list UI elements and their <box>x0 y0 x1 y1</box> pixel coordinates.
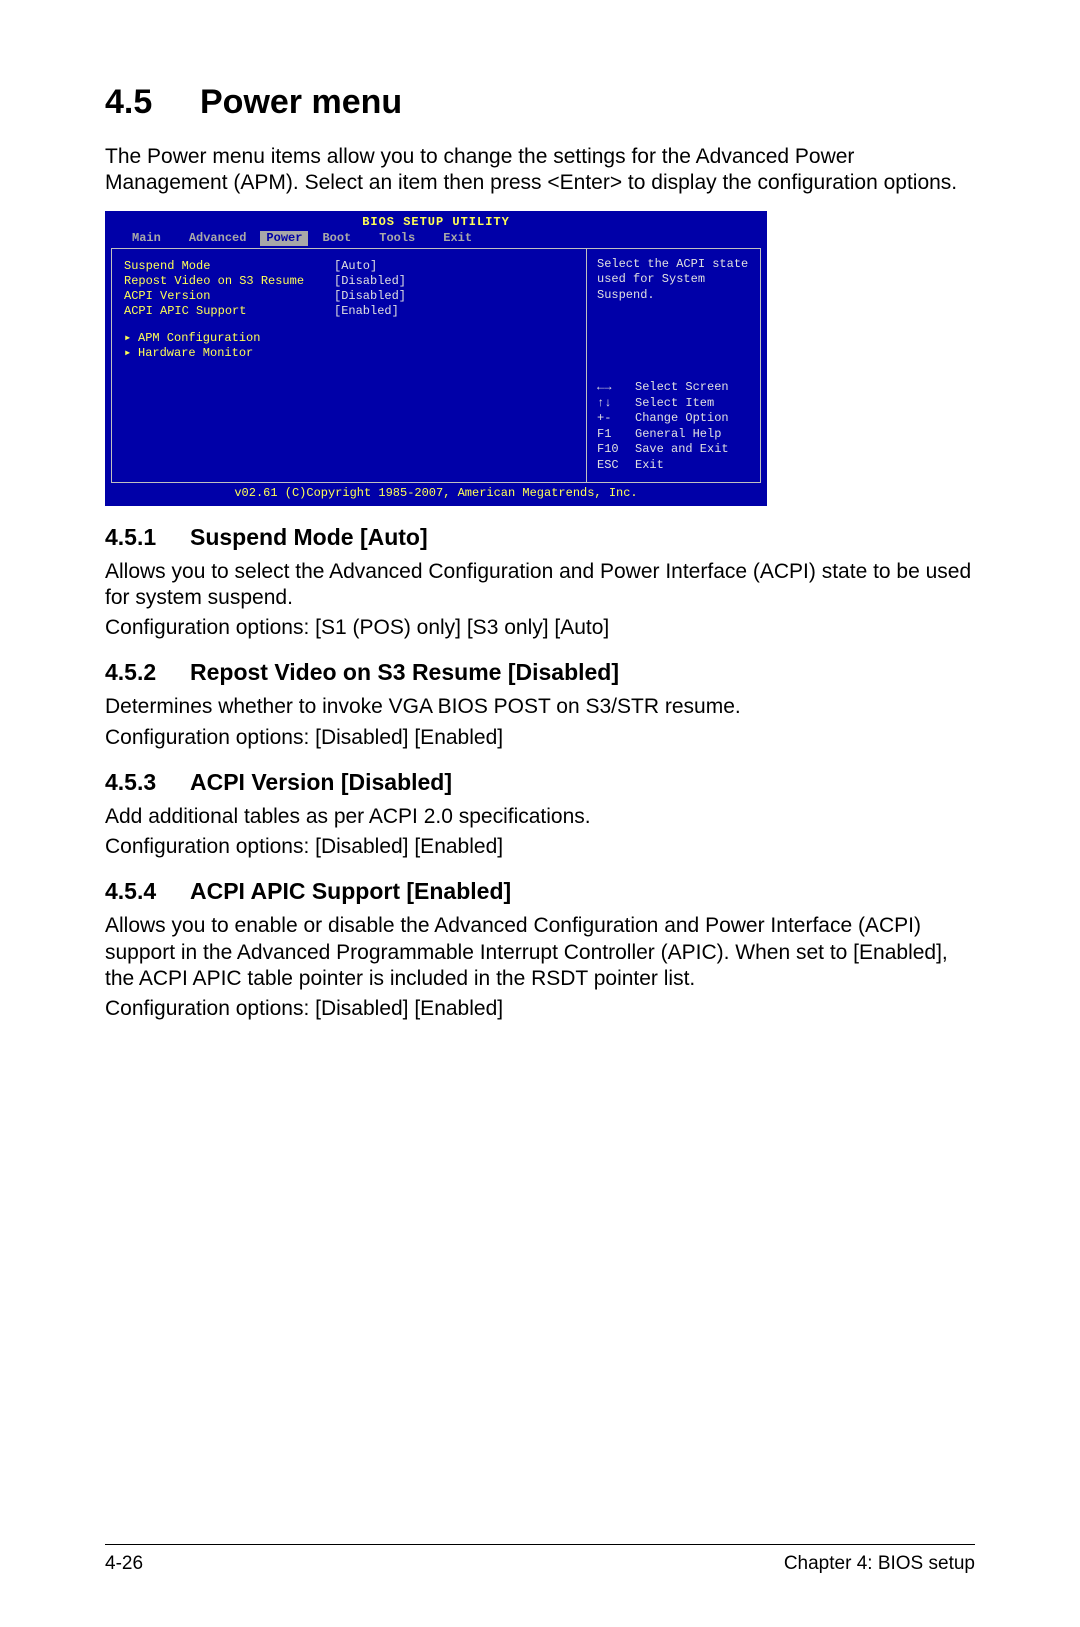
key-icon: F10 <box>597 442 635 458</box>
key-desc: Select Item <box>635 396 714 412</box>
bios-tab-advanced[interactable]: Advanced <box>175 231 261 246</box>
key-icon: ↑↓ <box>597 396 635 412</box>
subsection-heading: 4.5.2Repost Video on S3 Resume [Disabled… <box>105 659 975 686</box>
submenu-arrow-icon: ▸ <box>124 331 138 346</box>
bios-submenu[interactable]: ▸Hardware Monitor <box>124 346 578 361</box>
submenu-arrow-icon: ▸ <box>124 346 138 361</box>
bios-tab-exit[interactable]: Exit <box>429 231 486 246</box>
bios-item-value: [Disabled] <box>334 289 406 304</box>
subsection-number: 4.5.1 <box>105 524 190 551</box>
config-options: Configuration options: [Disabled] [Enabl… <box>105 725 975 751</box>
bios-tab-bar: Main Advanced Power Boot Tools Exit <box>106 231 766 248</box>
key-desc: Change Option <box>635 411 729 427</box>
section-intro: The Power menu items allow you to change… <box>105 144 975 197</box>
bios-help-text: Select the ACPI state used for System Su… <box>597 257 754 304</box>
bios-submenu-label: APM Configuration <box>138 331 260 345</box>
bios-main-panel: Suspend Mode [Auto] Repost Video on S3 R… <box>111 248 586 483</box>
page-footer: 4-26 Chapter 4: BIOS setup <box>105 1544 975 1575</box>
chapter-label: Chapter 4: BIOS setup <box>784 1553 975 1575</box>
subsection-body: Add additional tables as per ACPI 2.0 sp… <box>105 804 975 830</box>
subsection-number: 4.5.2 <box>105 659 190 686</box>
section-heading: 4.5Power menu <box>105 83 975 122</box>
bios-copyright: v02.61 (C)Copyright 1985-2007, American … <box>106 485 766 505</box>
bios-submenu-label: Hardware Monitor <box>138 346 253 360</box>
subsection-title: ACPI APIC Support [Enabled] <box>190 878 511 904</box>
config-options: Configuration options: [Disabled] [Enabl… <box>105 834 975 860</box>
subsection-heading: 4.5.1Suspend Mode [Auto] <box>105 524 975 551</box>
page-number: 4-26 <box>105 1553 143 1575</box>
config-options: Configuration options: [Disabled] [Enabl… <box>105 996 975 1022</box>
bios-item-label: Suspend Mode <box>124 259 334 274</box>
key-icon: ←→ <box>597 380 635 396</box>
bios-item-value: [Disabled] <box>334 274 406 289</box>
bios-title: BIOS SETUP UTILITY <box>106 212 766 231</box>
bios-item[interactable]: ACPI Version [Disabled] <box>124 289 578 304</box>
bios-item-label: ACPI Version <box>124 289 334 304</box>
subsection-heading: 4.5.3ACPI Version [Disabled] <box>105 769 975 796</box>
key-desc: Save and Exit <box>635 442 729 458</box>
bios-submenu[interactable]: ▸APM Configuration <box>124 331 578 346</box>
key-icon: +- <box>597 411 635 427</box>
key-icon: ESC <box>597 458 635 474</box>
subsection-body: Determines whether to invoke VGA BIOS PO… <box>105 694 975 720</box>
bios-tab-boot[interactable]: Boot <box>308 231 365 246</box>
subsection-title: Suspend Mode [Auto] <box>190 524 428 550</box>
bios-help-panel: Select the ACPI state used for System Su… <box>586 248 761 483</box>
subsection-body: Allows you to select the Advanced Config… <box>105 559 975 612</box>
key-desc: Exit <box>635 458 664 474</box>
subsection-title: ACPI Version [Disabled] <box>190 769 452 795</box>
key-icon: F1 <box>597 427 635 443</box>
bios-tab-power[interactable]: Power <box>260 231 308 246</box>
section-title-text: Power menu <box>200 83 402 121</box>
bios-key-legend: ←→Select Screen ↑↓Select Item +-Change O… <box>597 380 754 474</box>
bios-tab-tools[interactable]: Tools <box>365 231 429 246</box>
bios-item[interactable]: ACPI APIC Support [Enabled] <box>124 304 578 319</box>
subsection-number: 4.5.3 <box>105 769 190 796</box>
subsection-title: Repost Video on S3 Resume [Disabled] <box>190 659 619 685</box>
key-desc: Select Screen <box>635 380 729 396</box>
bios-item[interactable]: Repost Video on S3 Resume [Disabled] <box>124 274 578 289</box>
bios-tab-main[interactable]: Main <box>118 231 175 246</box>
subsection-heading: 4.5.4ACPI APIC Support [Enabled] <box>105 878 975 905</box>
subsection-number: 4.5.4 <box>105 878 190 905</box>
section-number: 4.5 <box>105 83 200 122</box>
bios-item[interactable]: Suspend Mode [Auto] <box>124 259 578 274</box>
bios-item-value: [Enabled] <box>334 304 399 319</box>
subsection-body: Allows you to enable or disable the Adva… <box>105 913 975 992</box>
bios-item-label: Repost Video on S3 Resume <box>124 274 334 289</box>
bios-screenshot: BIOS SETUP UTILITY Main Advanced Power B… <box>105 211 767 506</box>
key-desc: General Help <box>635 427 721 443</box>
bios-item-label: ACPI APIC Support <box>124 304 334 319</box>
bios-item-value: [Auto] <box>334 259 377 274</box>
config-options: Configuration options: [S1 (POS) only] [… <box>105 615 975 641</box>
